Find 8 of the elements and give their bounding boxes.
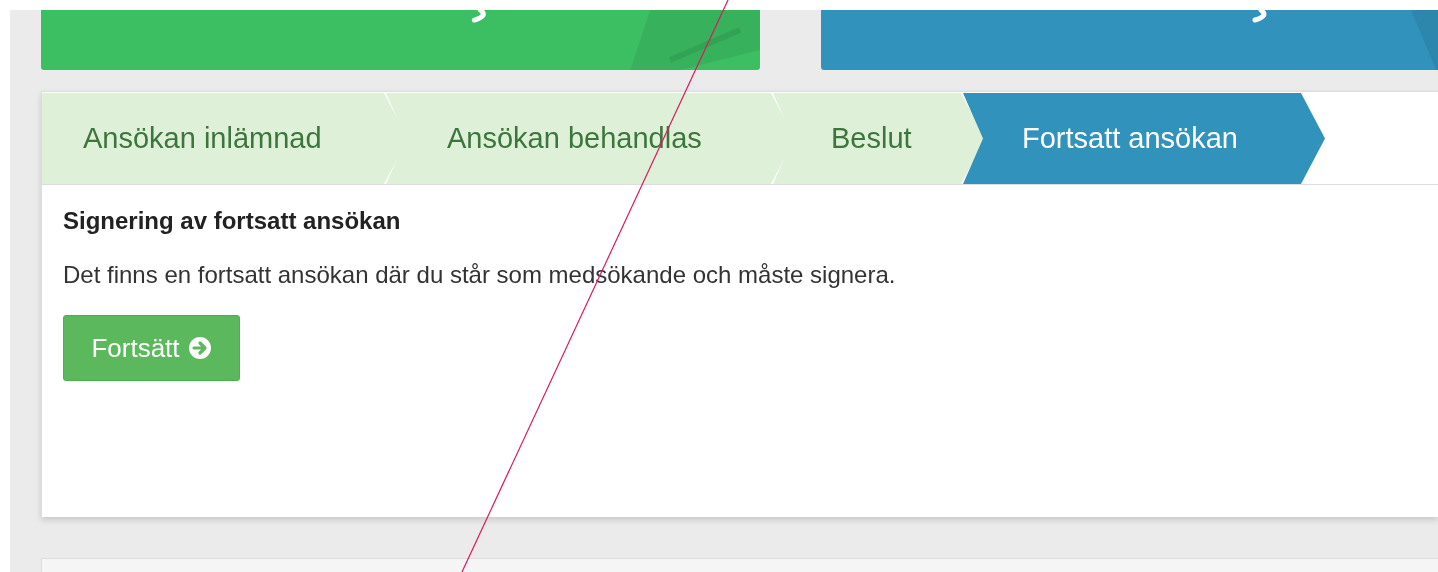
arrow-circle-icon: [187, 336, 212, 360]
progress-step: Fortsatt ansökan: [963, 93, 1325, 184]
document-drawing: [1411, 10, 1438, 70]
progress-step: Ansökan inlämnad: [42, 93, 408, 184]
hook-mark: [1252, 10, 1267, 23]
hook-mark: [471, 10, 486, 23]
section-heading: Signering av fortsatt ansökan: [63, 207, 402, 235]
continue-button[interactable]: Fortsätt: [63, 315, 240, 381]
